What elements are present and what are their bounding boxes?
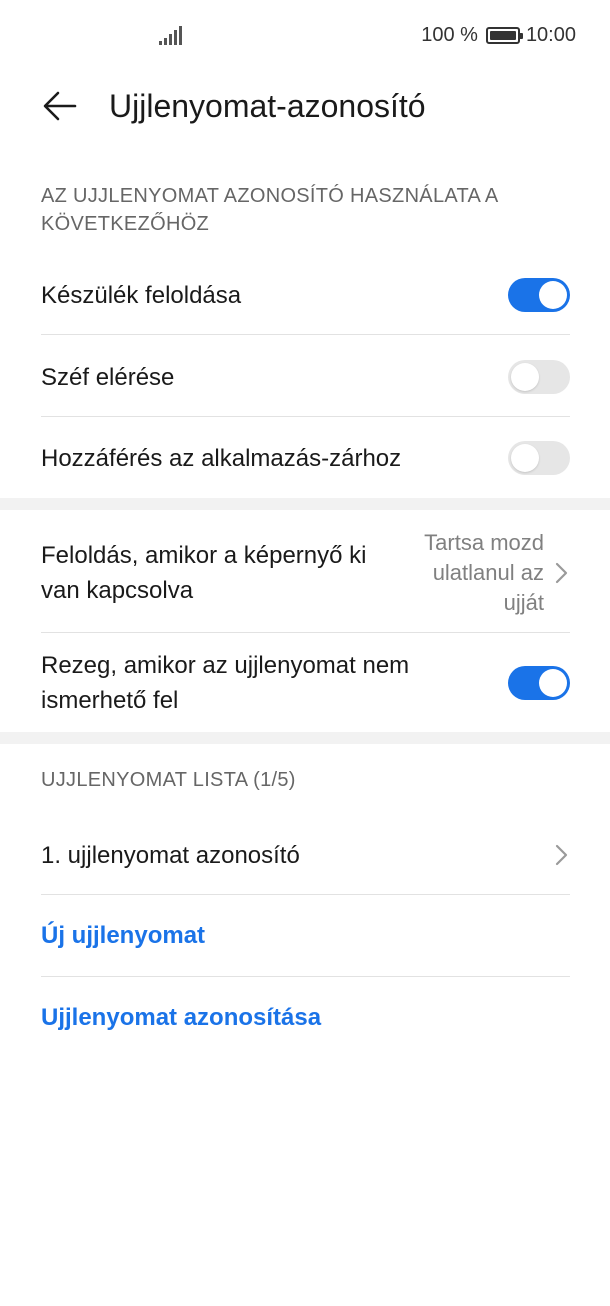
- device-unlock-toggle[interactable]: [508, 278, 570, 312]
- row-fingerprint-1[interactable]: 1. ujjlenyomat azonosító: [41, 836, 570, 874]
- status-bar: 100 % 10:00: [0, 0, 610, 72]
- divider: [41, 416, 570, 417]
- row-label: Készülék feloldása: [41, 281, 242, 309]
- vibrate-toggle[interactable]: [508, 666, 570, 700]
- battery-percent: 100 %: [421, 24, 478, 46]
- row-app-lock-access[interactable]: Hozzáférés az alkalmazás-zárhoz: [41, 439, 570, 477]
- safe-access-toggle[interactable]: [508, 360, 570, 394]
- section-header-usage: AZ UJJLENYOMAT AZONOSÍTÓ HASZNÁLATA A KÖ…: [41, 185, 498, 235]
- arrow-left-icon: [43, 91, 77, 121]
- signal-icon: [159, 26, 182, 45]
- divider: [41, 894, 570, 895]
- status-right: 100 % 10:00: [421, 24, 576, 47]
- screen-off-value: Tartsa mozd ulatlanul az ujját: [404, 528, 570, 618]
- battery-icon: [485, 27, 523, 44]
- row-label: 1. ujjlenyomat azonosító: [41, 841, 300, 869]
- app-lock-toggle[interactable]: [508, 441, 570, 475]
- row-label: Széf elérése: [41, 363, 175, 391]
- chevron-right-icon: [555, 562, 568, 584]
- clock: 10:00: [525, 24, 576, 46]
- divider: [41, 334, 570, 335]
- app-bar: Ujjlenyomat-azonosító: [0, 72, 610, 144]
- row-label: Rezeg, amikor az ujjlenyomat nem ismerhe…: [41, 652, 410, 714]
- row-vibrate[interactable]: Rezeg, amikor az ujjlenyomat nem ismerhe…: [41, 648, 570, 718]
- new-fingerprint-link[interactable]: Új ujjlenyomat: [41, 918, 205, 953]
- row-label: Hozzáférés az alkalmazás-zárhoz: [41, 444, 402, 472]
- identify-fingerprint-link[interactable]: Ujjlenyomat azonosítása: [41, 1000, 321, 1035]
- row-label: Feloldás, amikor a képernyő ki van kapcs…: [41, 542, 367, 604]
- chevron-right-icon: [555, 844, 568, 866]
- row-screen-off-unlock[interactable]: Feloldás, amikor a képernyő ki van kapcs…: [41, 526, 570, 620]
- back-button[interactable]: [40, 86, 80, 126]
- section-gap: [0, 498, 610, 510]
- section-header-list: UJJLENYOMAT LISTA (1/5): [41, 769, 296, 791]
- row-device-unlock[interactable]: Készülék feloldása: [41, 276, 570, 314]
- page-title: Ujjlenyomat-azonosító: [109, 88, 426, 124]
- row-value: Tartsa mozd ulatlanul az ujját: [424, 530, 544, 615]
- divider: [41, 632, 570, 633]
- divider: [41, 976, 570, 977]
- row-safe-access[interactable]: Széf elérése: [41, 358, 570, 396]
- section-gap: [0, 732, 610, 744]
